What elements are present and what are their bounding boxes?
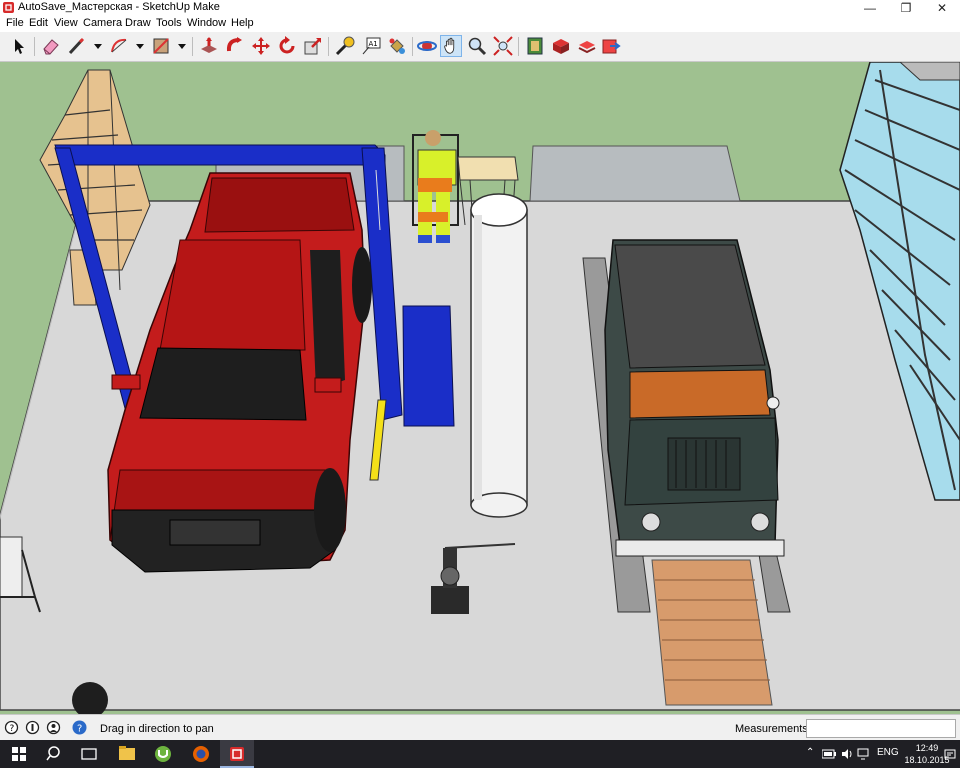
status-hint: Drag in direction to pan <box>100 723 214 735</box>
battery-icon[interactable] <box>822 749 836 759</box>
menu-tools[interactable]: Tools <box>156 17 182 29</box>
orbit-tool-icon[interactable] <box>416 35 438 57</box>
select-tool-icon[interactable] <box>8 35 30 57</box>
menu-file[interactable]: File <box>6 17 24 29</box>
follow-me-tool-icon[interactable] <box>224 35 246 57</box>
network-icon[interactable] <box>857 748 869 760</box>
menu-edit[interactable]: Edit <box>29 17 48 29</box>
volume-icon[interactable] <box>841 748 853 760</box>
svg-text:A1: A1 <box>369 40 378 48</box>
menu-view[interactable]: View <box>54 17 78 29</box>
toolbar: A1 <box>0 32 960 62</box>
menu-camera[interactable]: Camera <box>83 17 122 29</box>
arc-dropdown-icon[interactable] <box>136 44 144 49</box>
close-button[interactable]: ✕ <box>924 0 960 16</box>
line-tool-icon[interactable] <box>66 35 88 57</box>
line-dropdown-icon[interactable] <box>94 44 102 49</box>
paint-bucket-tool-icon[interactable] <box>386 35 408 57</box>
firefox-icon[interactable] <box>184 740 218 768</box>
taskbar: ⌃ ENG 12:49 18.10.2015 <box>0 740 960 768</box>
minimize-button[interactable]: — <box>852 0 888 16</box>
svg-text:?: ? <box>77 724 82 735</box>
zoom-tool-icon[interactable] <box>466 35 488 57</box>
window-title: AutoSave_Мастерская - SketchUp Make <box>18 1 220 13</box>
rotate-tool-icon[interactable] <box>276 35 298 57</box>
pan-tool-icon[interactable] <box>440 35 462 57</box>
sketchup-taskbar-icon[interactable] <box>220 740 254 768</box>
file-explorer-icon[interactable] <box>110 740 144 768</box>
eraser-tool-icon[interactable] <box>40 35 62 57</box>
status-bar: ? ? Drag in direction to pan Measurement… <box>0 714 960 741</box>
user-account-icon[interactable] <box>46 720 61 735</box>
geo-location-icon[interactable]: ? <box>4 720 19 735</box>
sketchup-app-icon <box>3 2 14 13</box>
shape-dropdown-icon[interactable] <box>178 44 186 49</box>
windows-start-icon[interactable] <box>2 740 36 768</box>
menu-help[interactable]: Help <box>231 17 254 29</box>
move-tool-icon[interactable] <box>250 35 272 57</box>
menu-bar: File Edit View Camera Draw Tools Window … <box>0 16 960 32</box>
scene-drawing <box>0 62 960 714</box>
maximize-button[interactable]: ❐ <box>888 0 924 16</box>
task-view-icon[interactable] <box>72 740 106 768</box>
column <box>470 193 528 518</box>
extension-warehouse-icon[interactable] <box>550 35 572 57</box>
measurements-input[interactable] <box>806 719 956 738</box>
notifications-icon[interactable] <box>944 748 956 760</box>
shape-tool-icon[interactable] <box>150 35 172 57</box>
menu-draw[interactable]: Draw <box>125 17 151 29</box>
tape-measure-tool-icon[interactable] <box>334 35 356 57</box>
credits-icon[interactable] <box>25 720 40 735</box>
send-to-layout-icon[interactable] <box>600 35 622 57</box>
language-indicator[interactable]: ENG <box>877 747 899 758</box>
layout-icon[interactable] <box>576 35 598 57</box>
search-icon[interactable] <box>38 740 72 768</box>
title-bar: AutoSave_Мастерская - SketchUp Make — ❐ … <box>0 0 960 16</box>
menu-window[interactable]: Window <box>187 17 226 29</box>
tray-up-icon[interactable]: ⌃ <box>806 747 814 758</box>
svg-text:?: ? <box>10 724 15 734</box>
measurements-label: Measurements <box>735 723 808 735</box>
3d-warehouse-icon[interactable] <box>524 35 546 57</box>
utorrent-icon[interactable] <box>146 740 180 768</box>
help-icon[interactable]: ? <box>72 720 87 735</box>
text-tool-icon[interactable]: A1 <box>360 35 382 57</box>
zoom-extents-tool-icon[interactable] <box>492 35 514 57</box>
arc-tool-icon[interactable] <box>108 35 130 57</box>
3d-viewport[interactable] <box>0 62 960 714</box>
scale-tool-icon[interactable] <box>302 35 324 57</box>
push-pull-tool-icon[interactable] <box>198 35 220 57</box>
